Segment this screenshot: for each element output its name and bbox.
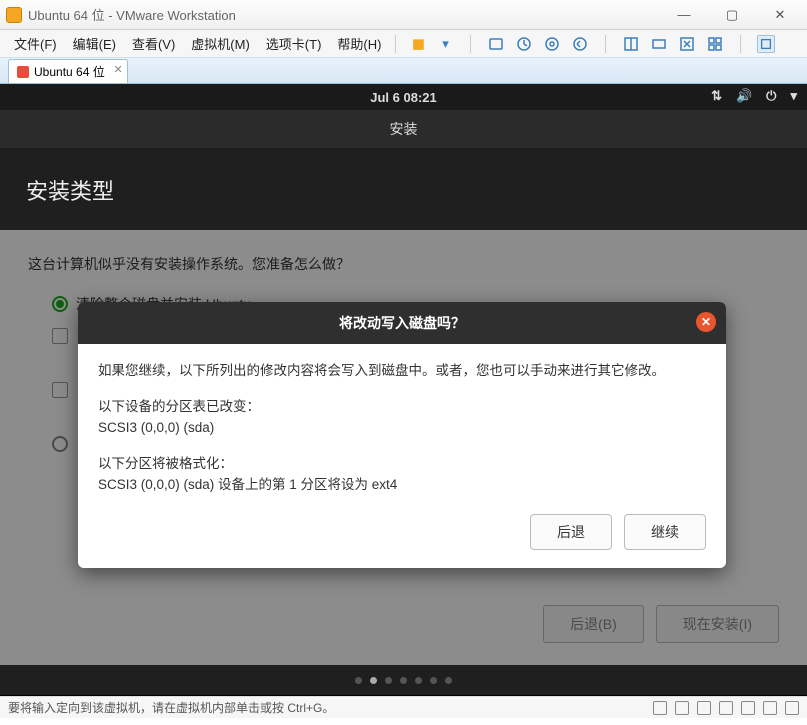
vm-tab-ubuntu[interactable]: Ubuntu 64 位 ✕: [8, 59, 128, 83]
device-cd-icon[interactable]: [675, 701, 689, 715]
snapshot-manager-icon[interactable]: [543, 35, 561, 53]
view-thumbnail-icon[interactable]: [650, 35, 668, 53]
dialog-close-button[interactable]: ✕: [696, 312, 716, 332]
dot: [385, 677, 392, 684]
dot: [430, 677, 437, 684]
menu-file[interactable]: 文件(F): [6, 34, 65, 53]
dot: [355, 677, 362, 684]
revert-icon[interactable]: [571, 35, 589, 53]
menu-edit[interactable]: 编辑(E): [65, 34, 124, 53]
close-icon[interactable]: ✕: [114, 63, 123, 76]
device-sound-icon[interactable]: [741, 701, 755, 715]
close-button[interactable]: ✕: [767, 7, 793, 23]
dot: [415, 677, 422, 684]
vmware-statusbar: 要将输入定向到该虚拟机，请在虚拟机内部单击或按 Ctrl+G。: [0, 696, 807, 718]
chevron-down-icon[interactable]: ▾: [790, 88, 797, 104]
gnome-top-bar: Jul 6 08:21 ⇅ 🔊 ⏻ ▾: [0, 84, 807, 110]
device-usb-icon[interactable]: [719, 701, 733, 715]
dropdown-icon[interactable]: ▾: [436, 35, 454, 53]
snapshot-icon[interactable]: [515, 35, 533, 53]
menu-view[interactable]: 查看(V): [124, 34, 183, 53]
dialog-format-detail: SCSI3 (0,0,0) (sda) 设备上的第 1 分区将设为 ext4: [98, 477, 397, 492]
menu-help[interactable]: 帮助(H): [329, 34, 389, 53]
confirm-write-dialog: 将改动写入磁盘吗？ ✕ 如果您继续，以下所列出的修改内容将会写入到磁盘中。或者，…: [78, 302, 726, 568]
minimize-button[interactable]: ―: [671, 7, 697, 23]
dialog-title: 将改动写入磁盘吗？: [339, 313, 465, 333]
vmware-app-icon: [6, 7, 22, 23]
dot: [445, 677, 452, 684]
device-display-icon[interactable]: [785, 701, 799, 715]
power-icon[interactable]: ⏻: [766, 88, 776, 104]
send-ctrlaltdel-icon[interactable]: [487, 35, 505, 53]
device-net-icon[interactable]: [697, 701, 711, 715]
installer-heading: 安装类型: [0, 148, 807, 230]
pause-icon[interactable]: ▮▮: [408, 35, 426, 53]
unity-icon[interactable]: [706, 35, 724, 53]
dialog-format-label: 以下分区将被格式化：: [98, 456, 233, 471]
stretch-icon[interactable]: [678, 35, 696, 53]
window-title: Ubuntu 64 位 - VMware Workstation: [28, 5, 671, 24]
volume-icon[interactable]: 🔊: [736, 88, 752, 104]
vmware-tabbar: Ubuntu 64 位 ✕: [0, 58, 807, 84]
dialog-back-button[interactable]: 后退: [530, 514, 612, 550]
menu-tabs[interactable]: 选项卡(T): [258, 34, 330, 53]
vm-tab-icon: [17, 66, 29, 78]
installer-subheader: 安装: [0, 110, 807, 148]
vmware-titlebar: Ubuntu 64 位 - VMware Workstation ― ▢ ✕: [0, 0, 807, 30]
maximize-button[interactable]: ▢: [719, 7, 745, 23]
dialog-parttable-device: SCSI3 (0,0,0) (sda): [98, 420, 214, 435]
dialog-header: 将改动写入磁盘吗？ ✕: [78, 302, 726, 344]
menu-vm[interactable]: 虚拟机(M): [183, 34, 258, 53]
vmware-menubar: 文件(F) 编辑(E) 查看(V) 虚拟机(M) 选项卡(T) 帮助(H) ▮▮…: [0, 30, 807, 58]
dialog-continue-button[interactable]: 继续: [624, 514, 706, 550]
installer-question: 这台计算机似乎没有安装操作系统。您准备怎么做？: [28, 254, 779, 274]
status-message: 要将输入定向到该虚拟机，请在虚拟机内部单击或按 Ctrl+G。: [8, 699, 334, 716]
guest-screen: Jul 6 08:21 ⇅ 🔊 ⏻ ▾ 安装 安装类型 这台计算机似乎没有安装操…: [0, 84, 807, 696]
network-icon[interactable]: ⇅: [711, 88, 722, 104]
dot: [400, 677, 407, 684]
fullscreen-icon[interactable]: [757, 35, 775, 53]
vm-tab-label: Ubuntu 64 位: [34, 63, 105, 80]
view-console-icon[interactable]: [622, 35, 640, 53]
device-hdd-icon[interactable]: [653, 701, 667, 715]
dialog-parttable-label: 以下设备的分区表已改变：: [98, 399, 260, 414]
installer-back-button[interactable]: 后退(B): [543, 605, 644, 643]
installer-install-button[interactable]: 现在安装(I): [656, 605, 779, 643]
carousel-dots: [0, 665, 807, 695]
device-printer-icon[interactable]: [763, 701, 777, 715]
dialog-intro: 如果您继续，以下所列出的修改内容将会写入到磁盘中。或者，您也可以手动来进行其它修…: [98, 360, 706, 382]
gnome-clock: Jul 6 08:21: [370, 90, 437, 105]
dot-current: [370, 677, 377, 684]
